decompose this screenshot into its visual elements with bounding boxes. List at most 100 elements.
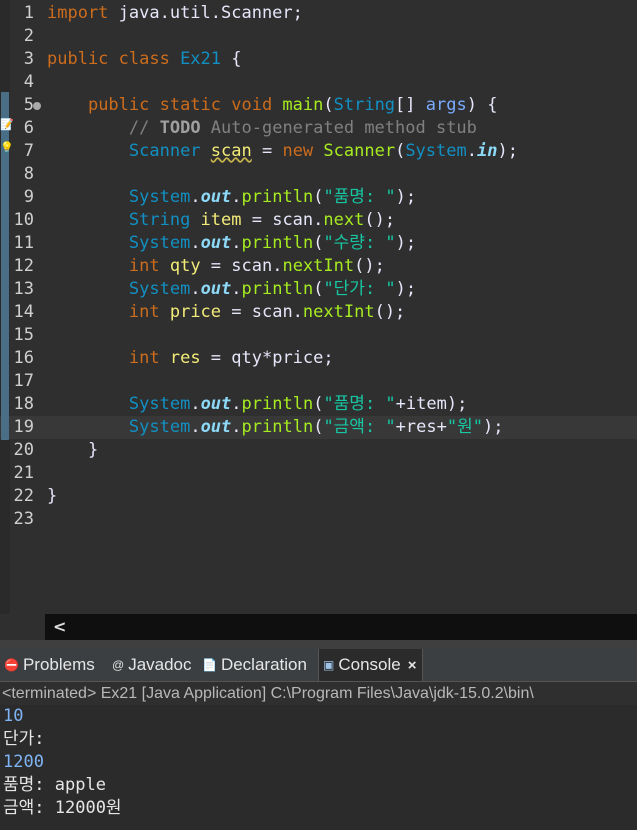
code-line[interactable]: 16 int res = qty*price; (0, 347, 637, 370)
code-line[interactable]: 11 System.out.println("수량: "); (0, 232, 637, 255)
line-number: 14 (13, 302, 34, 322)
code-token: "단가: " (323, 279, 396, 299)
task-icon[interactable]: 📝 (0, 118, 14, 132)
tab-console-label: Console (338, 655, 401, 674)
code-token: String (128, 210, 201, 230)
code-line[interactable]: 23 (0, 508, 637, 531)
console-line: 단가: (3, 729, 45, 749)
code-token: "품명: " (323, 394, 396, 414)
code-token: Auto-generated method stub (200, 118, 477, 138)
code-token: . (231, 394, 242, 414)
code-token: new (282, 141, 324, 161)
console-line: 금액: 12000원 (3, 798, 122, 818)
fold-icon[interactable] (33, 102, 41, 110)
tab-declaration-label: Declaration (220, 655, 307, 674)
code-text: System.out.println("단가: "); (47, 278, 416, 301)
code-line[interactable]: 2 (0, 25, 637, 48)
code-token: . (190, 417, 201, 437)
code-line[interactable]: 10 String item = scan.next(); (0, 209, 637, 232)
tab-console[interactable]: ▣ Console × (318, 649, 424, 681)
code-token: int (128, 302, 170, 322)
line-number: 15 (13, 325, 34, 345)
code-token: Ex21 (180, 49, 222, 69)
code-token: . (231, 233, 242, 253)
code-line[interactable]: 20 } (0, 439, 637, 462)
line-number: 1 (23, 3, 34, 23)
code-line[interactable]: 1 import java.util.Scanner; (0, 2, 637, 25)
code-token: (); (354, 256, 385, 276)
code-token: = qty*price; (200, 348, 334, 368)
code-token: // (128, 118, 160, 138)
code-token: System (405, 141, 467, 161)
code-token: . (231, 187, 242, 207)
code-line[interactable]: 14 int price = scan.nextInt(); (0, 301, 637, 324)
code-token: nextInt (282, 256, 355, 276)
code-editor[interactable]: 1 import java.util.Scanner; 2 3 public class… (0, 0, 637, 614)
bottom-panel-tabs: ⛔ Problems @ Javadoc 📄 Declaration ▣ Console… (0, 649, 637, 682)
code-token: "수량: " (323, 233, 396, 253)
code-text: int res = qty*price; (47, 347, 334, 370)
line-number: 4 (23, 72, 34, 92)
code-line[interactable]: 21 (0, 462, 637, 485)
code-line[interactable]: 9 System.out.println("품명: "); (0, 186, 637, 209)
code-token: System (128, 233, 191, 253)
code-token: "품명: " (323, 187, 396, 207)
code-token: System (128, 417, 191, 437)
tab-problems[interactable]: ⛔ Problems (4, 649, 95, 681)
code-line[interactable]: 6 // TODO Auto-generated method stub (0, 117, 637, 140)
code-token: System (128, 394, 191, 414)
quickfix-icon[interactable]: 💡 (0, 141, 14, 155)
code-token: qty (169, 256, 201, 276)
code-token: println (241, 417, 314, 437)
panel-divider[interactable] (0, 640, 637, 649)
code-token: } (47, 486, 58, 506)
code-token: ( (313, 417, 324, 437)
code-token: } (47, 440, 99, 460)
code-line[interactable]: 12 int qty = scan.nextInt(); (0, 255, 637, 278)
code-text: System.out.println("금액: "+res+"원"); (47, 416, 504, 439)
scrollbar-spacer (0, 614, 45, 640)
code-line[interactable]: 3 public class Ex21 { (0, 48, 637, 71)
line-number: 20 (13, 440, 34, 460)
code-token: out (200, 233, 232, 253)
tab-javadoc[interactable]: @ Javadoc (112, 649, 192, 681)
code-line[interactable]: 7 Scanner scan = new Scanner(System.in); (0, 140, 637, 163)
code-line[interactable]: 22} (0, 485, 637, 508)
code-token: . (190, 233, 201, 253)
code-token: Scanner (323, 141, 396, 161)
code-token: int (128, 348, 170, 368)
code-token: println (241, 394, 314, 414)
close-icon[interactable]: × (408, 657, 417, 674)
code-text: } (47, 439, 98, 462)
line-number: 8 (23, 164, 34, 184)
code-line[interactable]: 18 System.out.println("품명: "+item); (0, 393, 637, 416)
code-text: Scanner scan = new Scanner(System.in); (47, 140, 518, 163)
code-line[interactable]: 17 (0, 370, 637, 393)
problems-icon: ⛔ (4, 658, 19, 672)
code-line[interactable]: 8 (0, 163, 637, 186)
line-number: 21 (13, 463, 34, 483)
console-output[interactable]: 10 단가: 1200 품명: apple 금액: 12000원 (0, 705, 637, 830)
tab-declaration[interactable]: 📄 Declaration (202, 649, 307, 681)
code-text: import java.util.Scanner; (47, 2, 303, 25)
code-token: public static void (87, 95, 283, 115)
code-token: ); (395, 187, 417, 207)
line-number: 11 (13, 233, 34, 253)
console-icon: ▣ (323, 658, 335, 672)
code-token: System (128, 279, 191, 299)
code-token: +res+ (395, 417, 447, 437)
code-line[interactable]: 13 System.out.println("단가: "); (0, 278, 637, 301)
code-text: String item = scan.next(); (47, 209, 395, 232)
code-text: int qty = scan.nextInt(); (47, 255, 385, 278)
code-line[interactable]: 15 (0, 324, 637, 347)
code-line[interactable]: 19 System.out.println("금액: "+res+"원"); (0, 416, 637, 439)
line-number: 18 (13, 394, 34, 414)
code-line[interactable]: 4 (0, 71, 637, 94)
scroll-left-arrow-icon[interactable]: < (53, 614, 66, 640)
code-line[interactable]: 5 public static void main(String[] args)… (0, 94, 637, 117)
horizontal-scrollbar[interactable]: < (45, 614, 637, 640)
